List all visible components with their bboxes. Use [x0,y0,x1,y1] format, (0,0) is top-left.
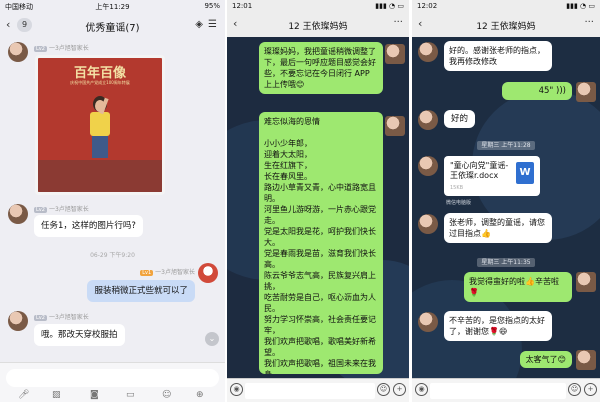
avatar[interactable] [418,312,438,332]
avatar[interactable] [576,350,596,370]
status-bar: 中国移动 上午11:29 95% [0,0,225,13]
more-icon[interactable]: ··· [393,17,403,28]
plus-icon[interactable]: + [584,383,597,396]
microphone-icon[interactable]: 🎤︎ [18,390,29,400]
status-bar: 12:01 ▮▮▮ ◔ ▭ [227,0,409,13]
timestamp: 星期三 上午11:35 [412,257,600,267]
message-bubble[interactable]: 任务1，这样的图片行吗? [34,215,143,237]
word-doc-icon: W [516,162,534,184]
avatar[interactable] [418,42,438,62]
camera-icon[interactable]: ◙ [90,390,99,400]
voice-message-bubble[interactable]: 45" ))) [502,82,572,100]
photo-subtitle: 庆祝中国共产党成立100周年特展 [70,80,130,85]
input-bar: 🎤︎ ▨ ◙ ▭ ☺ ⊕ [0,362,225,402]
message-bubble[interactable]: 璨璨妈妈，我把童谣稍微调整了下，最后一句呼应题目感觉会好些，不要忘记在今日闭行 … [259,42,383,94]
avatar[interactable] [418,156,438,176]
battery-label: 95% [204,2,220,10]
sender-meta: Lv1 一3卢旭智家长 [140,269,195,276]
nav-bar: ‹ 12 王依璨妈妈 ··· [227,13,409,37]
message-bubble[interactable]: 张老师，调整的童谣，请您过目指点👍 [444,213,552,243]
signal-icon: ▮▮▮ ◔ ▭ [375,2,404,10]
emoji-icon[interactable]: ☺ [162,390,171,400]
message-input[interactable] [245,383,375,399]
input-bar: ◉ ☺ + [412,378,600,402]
avatar[interactable] [8,42,28,62]
group-chat-panel: 中国移动 上午11:29 95% ‹ 9 优秀童谣(7) ◈ ☰ Lv2 一3卢旭… [0,0,225,402]
scroll-down-icon[interactable]: ⌄ [205,332,219,346]
sender-meta: Lv2 一3卢旭智家长 [34,45,89,52]
input-bar: ◉ ☺ + [227,378,409,402]
voice-duration: 45" [538,86,554,96]
avatar[interactable] [385,44,405,64]
avatar[interactable] [576,272,596,292]
message-bubble[interactable]: 好的 [444,110,476,128]
avatar[interactable] [8,204,28,224]
poem-message-bubble[interactable]: 难忘似海的恩情 小小少年郎， 迎着大太阳， 生在红旗下， 长在春风里。 路边小草… [259,112,383,374]
file-attachment[interactable]: "童心向党"童谣-王依璨r.docx 15KB W [444,156,540,196]
message-bubble[interactable]: 哦。那改天穿校服拍 [34,324,125,346]
message-input[interactable] [6,369,219,387]
chat-title: 优秀童谣(7) [85,23,140,34]
status-bar: 12:02 ▮▮▮ ◔ ▭ [412,0,600,13]
file-source: 微信电脑版 [446,200,472,206]
file-name: "童心向党"童谣-王依璨r.docx [450,161,509,180]
timestamp: 星期三 上午11:28 [412,140,600,150]
photo-floor [38,160,162,192]
signal-icon: ▮▮▮ ◔ ▭ [566,2,595,10]
message-bubble[interactable]: 服装稍微正式些就可以了 [87,280,195,302]
nav-bar: ‹ 12 王依璨妈妈 ··· [412,13,600,37]
avatar[interactable] [385,116,405,136]
voice-wave-icon: ))) [556,86,566,96]
teacher-avatar[interactable] [198,263,218,283]
clock: 12:02 [417,2,438,10]
voice-icon[interactable]: ◉ [230,383,243,396]
menu-icon[interactable]: ☰ [208,19,217,30]
clock: 上午11:29 [95,3,130,11]
plus-icon[interactable]: ⊕ [196,390,204,400]
wechat-chat-panel-1: 12:01 ▮▮▮ ◔ ▭ ‹ 12 王依璨妈妈 ··· 璨璨妈妈，我把童谣稍微… [227,0,409,402]
message-bubble[interactable]: 不辛苦的，是您指点的太好了，谢谢您🌹😄 [444,311,552,341]
image-icon[interactable]: ▨ [52,390,61,400]
tag-icon[interactable]: ◈ [195,19,203,30]
avatar[interactable] [8,311,28,331]
chat-title: 12 王依璨妈妈 [476,22,536,32]
message-bubble[interactable]: 好的。感谢张老师的指点，我再修改修改 [444,41,552,71]
shared-photo[interactable]: 百年百像 庆祝中国共产党成立100周年特展 [35,55,165,195]
chat-title: 12 王依璨妈妈 [288,22,348,32]
avatar[interactable] [418,214,438,234]
voice-icon[interactable]: ◉ [415,383,428,396]
sender-meta: Lv2 一3卢旭智家长 [34,206,89,213]
avatar[interactable] [576,82,596,102]
wechat-chat-panel-2: 12:02 ▮▮▮ ◔ ▭ ‹ 12 王依璨妈妈 ··· 好的。感谢张老师的指点… [412,0,600,402]
timestamp: 06-29 下午9:20 [90,252,135,259]
nav-bar: ‹ 9 优秀童谣(7) ◈ ☰ [0,13,225,38]
file-size: 15KB [450,185,464,191]
avatar[interactable] [418,110,438,130]
message-bubble[interactable]: 太客气了😊 [519,351,572,368]
emoji-icon[interactable]: ☺ [568,383,581,396]
plus-icon[interactable]: + [393,383,406,396]
photo-title: 百年百像 [73,66,126,81]
message-input[interactable] [430,383,566,399]
emoji-icon[interactable]: ☺ [377,383,390,396]
more-icon[interactable]: ··· [584,17,594,28]
message-bubble[interactable]: 我觉得蛮好的啦👍辛苦啦🌹 [464,272,572,302]
clock: 12:01 [232,2,253,10]
sender-meta: Lv2 一3卢旭智家长 [34,314,89,321]
file-icon[interactable]: ▭ [126,390,135,400]
screenshot-collage: 中国移动 上午11:29 95% ‹ 9 优秀童谣(7) ◈ ☰ Lv2 一3卢旭… [0,0,600,402]
